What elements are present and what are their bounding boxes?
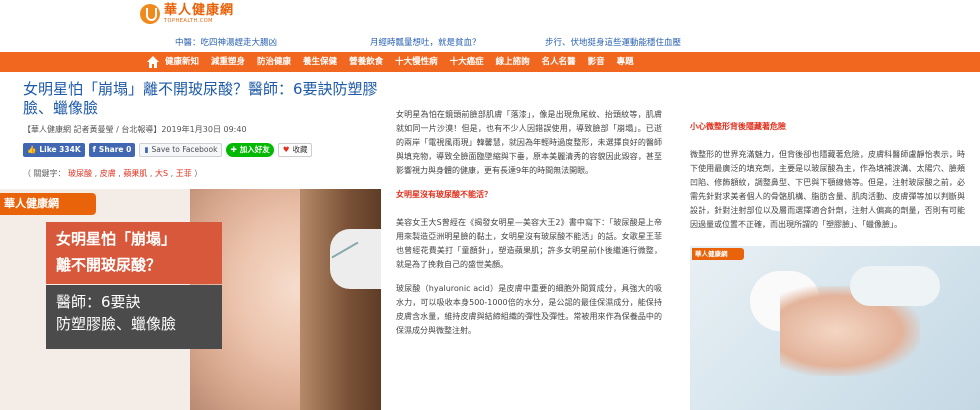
article-body: 女明星為怕在鏡頭前臉部肌膚「落漆」，像是出現魚尾紋、抬頭紋等，肌膚就如同一片沙漠… (396, 108, 662, 348)
section-heading: 小心微整形背後隱藏著危險 (690, 122, 786, 131)
facebook-share-button[interactable]: f Share 0 (88, 143, 136, 157)
nav-item[interactable]: 防治健康 (257, 52, 291, 72)
keyword-link[interactable]: 蘋果肌 (123, 169, 147, 178)
logo-name: 華人健康網 (164, 3, 235, 18)
article-byline: 【華人健康網 記者黃曼瑩 / 台北報導】2019年1月30日 09:40 (23, 125, 247, 134)
keyword-link[interactable]: 玻尿酸 (68, 169, 92, 178)
logo-icon (140, 4, 160, 24)
thumbs-up-icon: 👍 (27, 145, 37, 154)
nav-item[interactable]: 名人名醫 (542, 52, 576, 72)
hero-brand-tag: 華人健康網 (0, 193, 96, 215)
ticker-link[interactable]: 步行、伏地挺身這些運動能穩住血壓 (545, 36, 681, 48)
nav-item[interactable]: 線上諮詢 (496, 52, 530, 72)
nav-item[interactable]: 專題 (617, 52, 634, 72)
keyword-link[interactable]: 皮膚 (100, 169, 116, 178)
site-logo[interactable]: 華人健康網 TOPHEALTH.COM (140, 4, 234, 24)
collect-button[interactable]: ♥ 收藏 (277, 143, 313, 157)
heart-icon: ♥ (282, 145, 290, 154)
keyword-link[interactable]: 王菲 (176, 169, 192, 178)
nav-item[interactable]: 十大慢性病 (395, 52, 438, 72)
save-to-facebook-button[interactable]: ▮ Save to Facebook (139, 143, 223, 157)
ticker-link[interactable]: 月經時瓢量想吐，就是貧血？ (370, 36, 481, 48)
nav-item[interactable]: 養生保健 (303, 52, 337, 72)
article-title: 女明星怕「崩塌」離不開玻尿酸？醫師：6要訣防塑膠臉、蠟像臉 (23, 80, 378, 117)
spa-facial-photo: 華人健康網 (690, 246, 980, 410)
nav-item[interactable]: 減重塑身 (211, 52, 245, 72)
hero-subheadline: 醫師：6要訣 防塑膠臉、蠟像臉 (46, 285, 222, 349)
home-icon[interactable] (146, 55, 160, 69)
keyword-link[interactable]: 大S (155, 169, 168, 178)
photo-brand-tag: 華人健康網 (692, 248, 744, 260)
ticker-link[interactable]: 中醫：吃四神湯趕走大腸凶 (175, 36, 277, 48)
paragraph: 玻尿酸（hyaluronic acid）是皮膚中重要的細胞外間質成分，具強大的吸… (396, 284, 662, 335)
bookmark-icon: ▮ (144, 145, 149, 154)
section-heading: 女明星沒有玻尿酸不能活？ (396, 190, 492, 199)
paragraph: 微整形的世界充滿魅力，但背後卻也隱藏著危險，皮膚科醫師盧靜怡表示，時下使用最廣泛… (690, 150, 965, 229)
nav-item[interactable]: 影音 (588, 52, 605, 72)
facebook-like-button[interactable]: 👍 Like 334K (23, 143, 85, 157)
keyword-list: （ 關鍵字： 玻尿酸 , 皮膚 , 蘋果肌 , 大S , 王菲 ） (23, 169, 203, 178)
nav-item[interactable]: 健康新知 (165, 52, 199, 72)
facebook-icon: f (92, 145, 96, 154)
hero-image: 華人健康網 女明星怕「崩塌」 離不開玻尿酸？ 醫師：6要訣 防塑膠臉、蠟像臉 (0, 189, 381, 410)
paragraph: 女明星為怕在鏡頭前臉部肌膚「落漆」，像是出現魚尾紋、抬頭紋等，肌膚就如同一片沙漠… (396, 110, 662, 175)
nav-item[interactable]: 營養飲食 (349, 52, 383, 72)
share-bar: 👍 Like 334K f Share 0 ▮ Save to Facebook… (23, 143, 313, 157)
logo-subtitle: TOPHEALTH.COM (164, 18, 213, 24)
paragraph: 美容女王大S曾經在《揭發女明星—美容大王2》書中寫下：「玻尿酸是上帝用來製造亞洲… (396, 218, 662, 269)
gloved-hand (330, 229, 381, 289)
nav-item[interactable]: 十大癌症 (450, 52, 484, 72)
article-body-right: 小心微整形背後隱藏著危險 微整形的世界充滿魅力，但背後卻也隱藏著危險，皮膚科醫師… (690, 120, 965, 232)
main-nav: 健康新知 減重塑身 防治健康 養生保健 營養飲食 十大慢性病 十大癌症 線上諮詢… (0, 52, 980, 72)
line-add-friend-button[interactable]: ✚ 加入好友 (226, 143, 274, 157)
news-ticker: 中醫：吃四神湯趕走大腸凶 月經時瓢量想吐，就是貧血？ 步行、伏地挺身這些運動能穩… (0, 36, 980, 50)
top-header: 華人健康網 TOPHEALTH.COM 中醫：吃四神湯趕走大腸凶 月經時瓢量想吐… (0, 0, 980, 52)
hero-headline: 女明星怕「崩塌」 離不開玻尿酸？ (46, 222, 222, 284)
line-icon: ✚ (230, 145, 237, 154)
